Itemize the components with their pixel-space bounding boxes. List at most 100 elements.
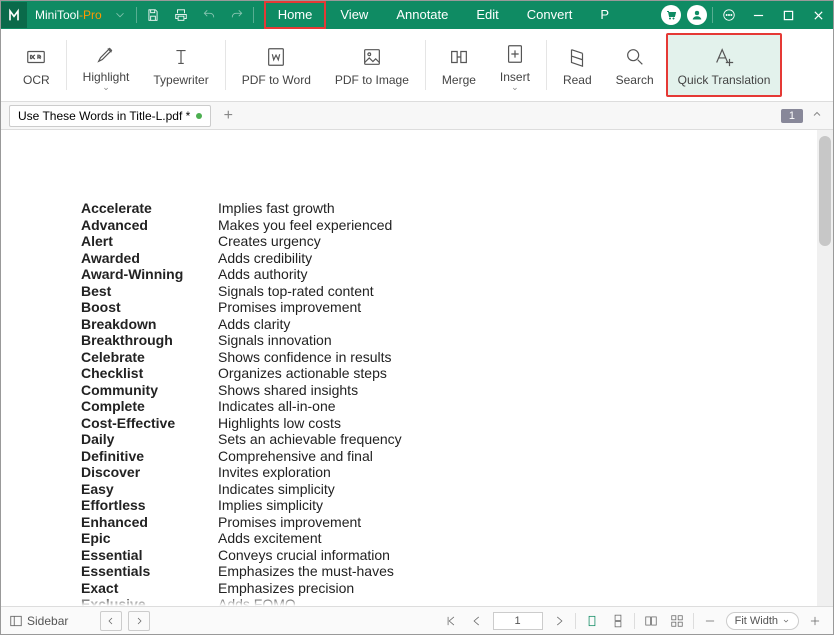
prev-page-button[interactable]	[467, 612, 487, 630]
doc-term: Breakdown	[81, 316, 218, 333]
typewriter-icon	[170, 43, 192, 71]
zoom-out-button[interactable]	[700, 612, 720, 630]
dropdown-icon[interactable]	[106, 1, 134, 29]
nav-forward-button[interactable]	[128, 611, 150, 631]
translate-icon	[713, 43, 735, 71]
doc-row: Cost-EffectiveHighlights low costs	[81, 415, 833, 432]
doc-term: Accelerate	[81, 200, 218, 217]
maximize-button[interactable]	[773, 1, 803, 29]
doc-desc: Invites exploration	[218, 464, 331, 481]
ribbon-merge[interactable]: Merge	[430, 33, 488, 97]
ribbon-read[interactable]: Read	[551, 33, 604, 97]
ribbon-quick-translation[interactable]: Quick Translation	[666, 33, 783, 97]
menu-tab-edit[interactable]: Edit	[462, 1, 512, 29]
feedback-icon[interactable]	[715, 1, 743, 29]
doc-term: Boost	[81, 299, 218, 316]
ribbon-pdf-to-image[interactable]: PDF to Image	[323, 33, 421, 97]
ribbon-highlight[interactable]: Highlight ⌄	[71, 33, 142, 97]
doc-term: Epic	[81, 530, 218, 547]
doc-term: Alert	[81, 233, 218, 250]
menu-tab-more[interactable]: P	[586, 1, 623, 29]
user-icon[interactable]	[687, 5, 707, 25]
doc-desc: Indicates all-in-one	[218, 398, 336, 415]
insert-icon	[504, 40, 526, 68]
doc-desc: Highlights low costs	[218, 415, 341, 432]
add-tab-button[interactable]: +	[217, 105, 239, 127]
first-page-button[interactable]	[441, 612, 461, 630]
title-bar: MiniTool-Pro Home View Annotate Edit Con…	[1, 1, 833, 29]
doc-desc: Adds excitement	[218, 530, 322, 547]
view-two-page-icon[interactable]	[641, 612, 661, 630]
doc-desc: Conveys crucial information	[218, 547, 390, 564]
doc-row: CommunityShows shared insights	[81, 382, 833, 399]
status-bar: Sidebar 1 Fit Width	[1, 606, 833, 634]
view-continuous-icon[interactable]	[608, 612, 628, 630]
doc-row: EpicAdds excitement	[81, 530, 833, 547]
doc-term: Award-Winning	[81, 266, 218, 283]
doc-desc: Implies simplicity	[218, 497, 323, 514]
ocr-icon	[25, 43, 47, 71]
doc-row: EffortlessImplies simplicity	[81, 497, 833, 514]
doc-desc: Creates urgency	[218, 233, 321, 250]
scrollbar-track[interactable]	[817, 130, 833, 606]
doc-desc: Indicates simplicity	[218, 481, 335, 498]
minimize-button[interactable]	[743, 1, 773, 29]
menu-tab-convert[interactable]: Convert	[513, 1, 587, 29]
doc-term: Breakthrough	[81, 332, 218, 349]
page-number-input[interactable]: 1	[493, 612, 543, 630]
zoom-in-button[interactable]	[805, 612, 825, 630]
next-page-button[interactable]	[549, 612, 569, 630]
view-single-page-icon[interactable]	[582, 612, 602, 630]
ribbon-typewriter[interactable]: Typewriter	[141, 33, 220, 97]
close-button[interactable]	[803, 1, 833, 29]
app-name: MiniTool-Pro	[31, 8, 106, 22]
doc-term: Best	[81, 283, 218, 300]
redo-icon[interactable]	[223, 1, 251, 29]
scrollbar-thumb[interactable]	[819, 136, 831, 246]
document-viewport: AccelerateImplies fast growthAdvancedMak…	[1, 130, 833, 606]
doc-row: ExactEmphasizes precision	[81, 580, 833, 597]
save-icon[interactable]	[139, 1, 167, 29]
unsaved-indicator-icon	[196, 113, 202, 119]
undo-icon[interactable]	[195, 1, 223, 29]
collapse-ribbon-icon[interactable]	[807, 108, 827, 123]
menu-tab-view[interactable]: View	[326, 1, 382, 29]
doc-term: Cost-Effective	[81, 415, 218, 432]
doc-desc: Signals top-rated content	[218, 283, 374, 300]
sidebar-toggle[interactable]: Sidebar	[9, 614, 68, 628]
ribbon-insert[interactable]: Insert ⌄	[488, 33, 542, 97]
doc-row: DiscoverInvites exploration	[81, 464, 833, 481]
sidebar-label: Sidebar	[27, 614, 68, 628]
doc-row: Award-WinningAdds authority	[81, 266, 833, 283]
doc-desc: Signals innovation	[218, 332, 332, 349]
ribbon-toolbar: OCR Highlight ⌄ Typewriter PDF to Word P…	[1, 29, 833, 102]
print-icon[interactable]	[167, 1, 195, 29]
doc-desc: Emphasizes the must-haves	[218, 563, 394, 580]
zoom-select[interactable]: Fit Width	[726, 612, 799, 630]
doc-desc: Promises improvement	[218, 514, 361, 531]
doc-term: Community	[81, 382, 218, 399]
doc-term: Advanced	[81, 217, 218, 234]
menu-tab-annotate[interactable]: Annotate	[382, 1, 462, 29]
doc-term: Essential	[81, 547, 218, 564]
ribbon-search[interactable]: Search	[604, 33, 666, 97]
doc-term: Celebrate	[81, 349, 218, 366]
highlight-icon	[95, 40, 117, 68]
nav-back-button[interactable]	[100, 611, 122, 631]
doc-term: Effortless	[81, 497, 218, 514]
document-tab[interactable]: Use These Words in Title-L.pdf *	[9, 105, 211, 127]
doc-row: DefinitiveComprehensive and final	[81, 448, 833, 465]
doc-term: Essentials	[81, 563, 218, 580]
doc-row: CelebrateShows confidence in results	[81, 349, 833, 366]
doc-desc: Promises improvement	[218, 299, 361, 316]
ribbon-pdf-to-word[interactable]: PDF to Word	[230, 33, 323, 97]
doc-term: Exact	[81, 580, 218, 597]
menu-tab-home[interactable]: Home	[264, 1, 327, 29]
cart-icon[interactable]	[661, 5, 681, 25]
view-thumbnails-icon[interactable]	[667, 612, 687, 630]
doc-row: AccelerateImplies fast growth	[81, 200, 833, 217]
page-indicator: 1	[781, 109, 803, 123]
image-icon	[361, 43, 383, 71]
ribbon-ocr[interactable]: OCR	[11, 33, 62, 97]
doc-row: DailySets an achievable frequency	[81, 431, 833, 448]
